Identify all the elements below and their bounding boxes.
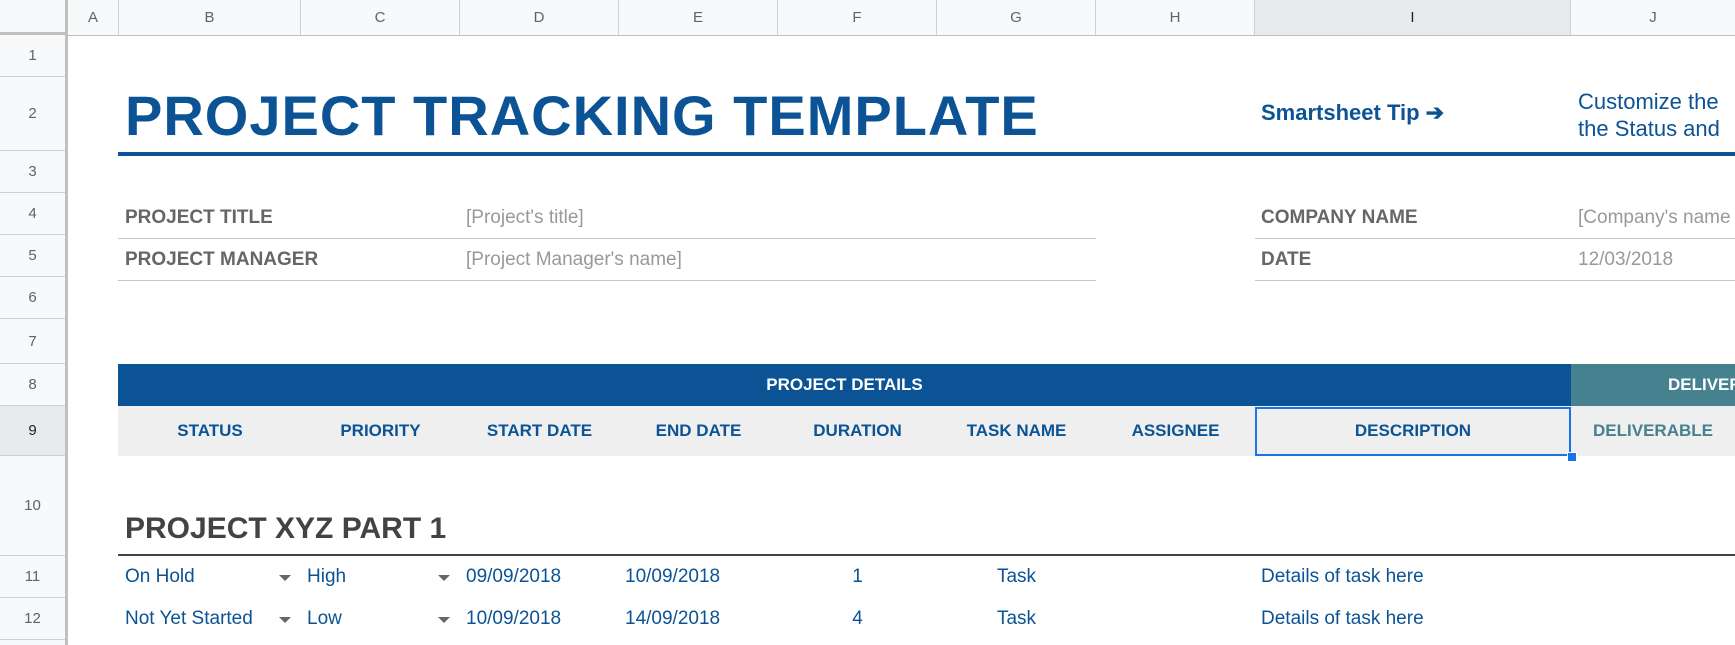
column-header-bar: A B C D E F G H I J [0, 0, 1735, 36]
header-task-name[interactable]: TASK NAME [937, 406, 1096, 456]
row-header-10[interactable]: 10 [0, 456, 65, 556]
task-priority-cell[interactable]: High [307, 566, 346, 588]
task-status-cell[interactable]: On Hold [125, 566, 195, 588]
column-header-i[interactable]: I [1255, 0, 1571, 35]
column-header-b[interactable]: B [119, 0, 301, 35]
project-title-value[interactable]: [Project's title] [466, 207, 584, 229]
task-name-cell[interactable]: Task [937, 566, 1096, 588]
chevron-down-icon[interactable] [279, 617, 291, 623]
column-header-d[interactable]: D [460, 0, 619, 35]
column-header-j[interactable]: J [1571, 0, 1735, 35]
project-manager-value[interactable]: [Project Manager's name] [466, 249, 682, 271]
header-deliverable[interactable]: DELIVERABLE [1571, 406, 1735, 456]
project-details-bar[interactable]: PROJECT DETAILS [118, 364, 1571, 406]
column-header-g[interactable]: G [937, 0, 1096, 35]
header-duration[interactable]: DURATION [778, 406, 937, 456]
row-header-6[interactable]: 6 [0, 277, 65, 319]
column-header-c[interactable]: C [301, 0, 460, 35]
task-start-cell[interactable]: 09/09/2018 [466, 566, 561, 588]
row-header-9[interactable]: 9 [0, 406, 65, 456]
company-name-label[interactable]: COMPANY NAME [1261, 207, 1418, 229]
smartsheet-tip-label[interactable]: Smartsheet Tip ➔ [1261, 100, 1444, 126]
fill-handle[interactable] [1567, 452, 1577, 462]
divider [1255, 280, 1735, 281]
column-header-h[interactable]: H [1096, 0, 1255, 35]
task-start-cell[interactable]: 10/09/2018 [466, 608, 561, 630]
section-title[interactable]: PROJECT XYZ PART 1 [125, 512, 446, 546]
row-header-1[interactable]: 1 [0, 35, 65, 77]
row-header-3[interactable]: 3 [0, 151, 65, 193]
column-header-e[interactable]: E [619, 0, 778, 35]
task-duration-cell[interactable]: 4 [778, 608, 937, 630]
tip-text-line2: the Status and [1578, 116, 1720, 141]
header-assignee[interactable]: ASSIGNEE [1096, 406, 1255, 456]
header-end-date[interactable]: END DATE [619, 406, 778, 456]
row-header-11[interactable]: 11 [0, 556, 65, 598]
chevron-down-icon[interactable] [438, 575, 450, 581]
company-name-value[interactable]: [Company's name [1578, 207, 1731, 229]
task-description-cell[interactable]: Details of task here [1261, 566, 1424, 588]
task-priority-cell[interactable]: Low [307, 608, 342, 630]
column-header-a[interactable]: A [68, 0, 119, 35]
task-duration-cell[interactable]: 1 [778, 566, 937, 588]
date-value[interactable]: 12/03/2018 [1578, 249, 1673, 271]
project-manager-label[interactable]: PROJECT MANAGER [125, 249, 318, 271]
row-header-4[interactable]: 4 [0, 193, 65, 235]
task-description-cell[interactable]: Details of task here [1261, 608, 1424, 630]
row-header-2[interactable]: 2 [0, 77, 65, 151]
task-end-cell[interactable]: 14/09/2018 [625, 608, 720, 630]
title-underline [118, 152, 1735, 156]
deliverables-bar[interactable]: DELIVER [1571, 364, 1735, 406]
header-priority[interactable]: PRIORITY [301, 406, 460, 456]
row-header-7[interactable]: 7 [0, 319, 65, 364]
page-title[interactable]: PROJECT TRACKING TEMPLATE [125, 83, 1039, 148]
tip-text-line1: Customize the [1578, 89, 1719, 114]
chevron-down-icon[interactable] [438, 617, 450, 623]
row-header-5[interactable]: 5 [0, 235, 65, 277]
header-status[interactable]: STATUS [119, 406, 301, 456]
column-header-f[interactable]: F [778, 0, 937, 35]
row-header-bar: 1 2 3 4 5 6 7 8 9 10 11 12 [0, 35, 68, 645]
task-name-cell[interactable]: Task [937, 608, 1096, 630]
header-start-date[interactable]: START DATE [460, 406, 619, 456]
row-header-12[interactable]: 12 [0, 598, 65, 640]
divider [1255, 238, 1735, 239]
chevron-down-icon[interactable] [279, 575, 291, 581]
task-end-cell[interactable]: 10/09/2018 [625, 566, 720, 588]
select-all-corner[interactable] [0, 0, 68, 35]
smartsheet-tip-text[interactable]: Customize the the Status and [1578, 88, 1720, 142]
section-underline [118, 554, 1735, 556]
project-title-label[interactable]: PROJECT TITLE [125, 207, 273, 229]
row-header-8[interactable]: 8 [0, 364, 65, 406]
divider [118, 238, 1096, 239]
date-label[interactable]: DATE [1261, 249, 1311, 271]
selected-cell[interactable] [1255, 407, 1571, 456]
task-status-cell[interactable]: Not Yet Started [125, 608, 253, 630]
divider [118, 280, 1096, 281]
